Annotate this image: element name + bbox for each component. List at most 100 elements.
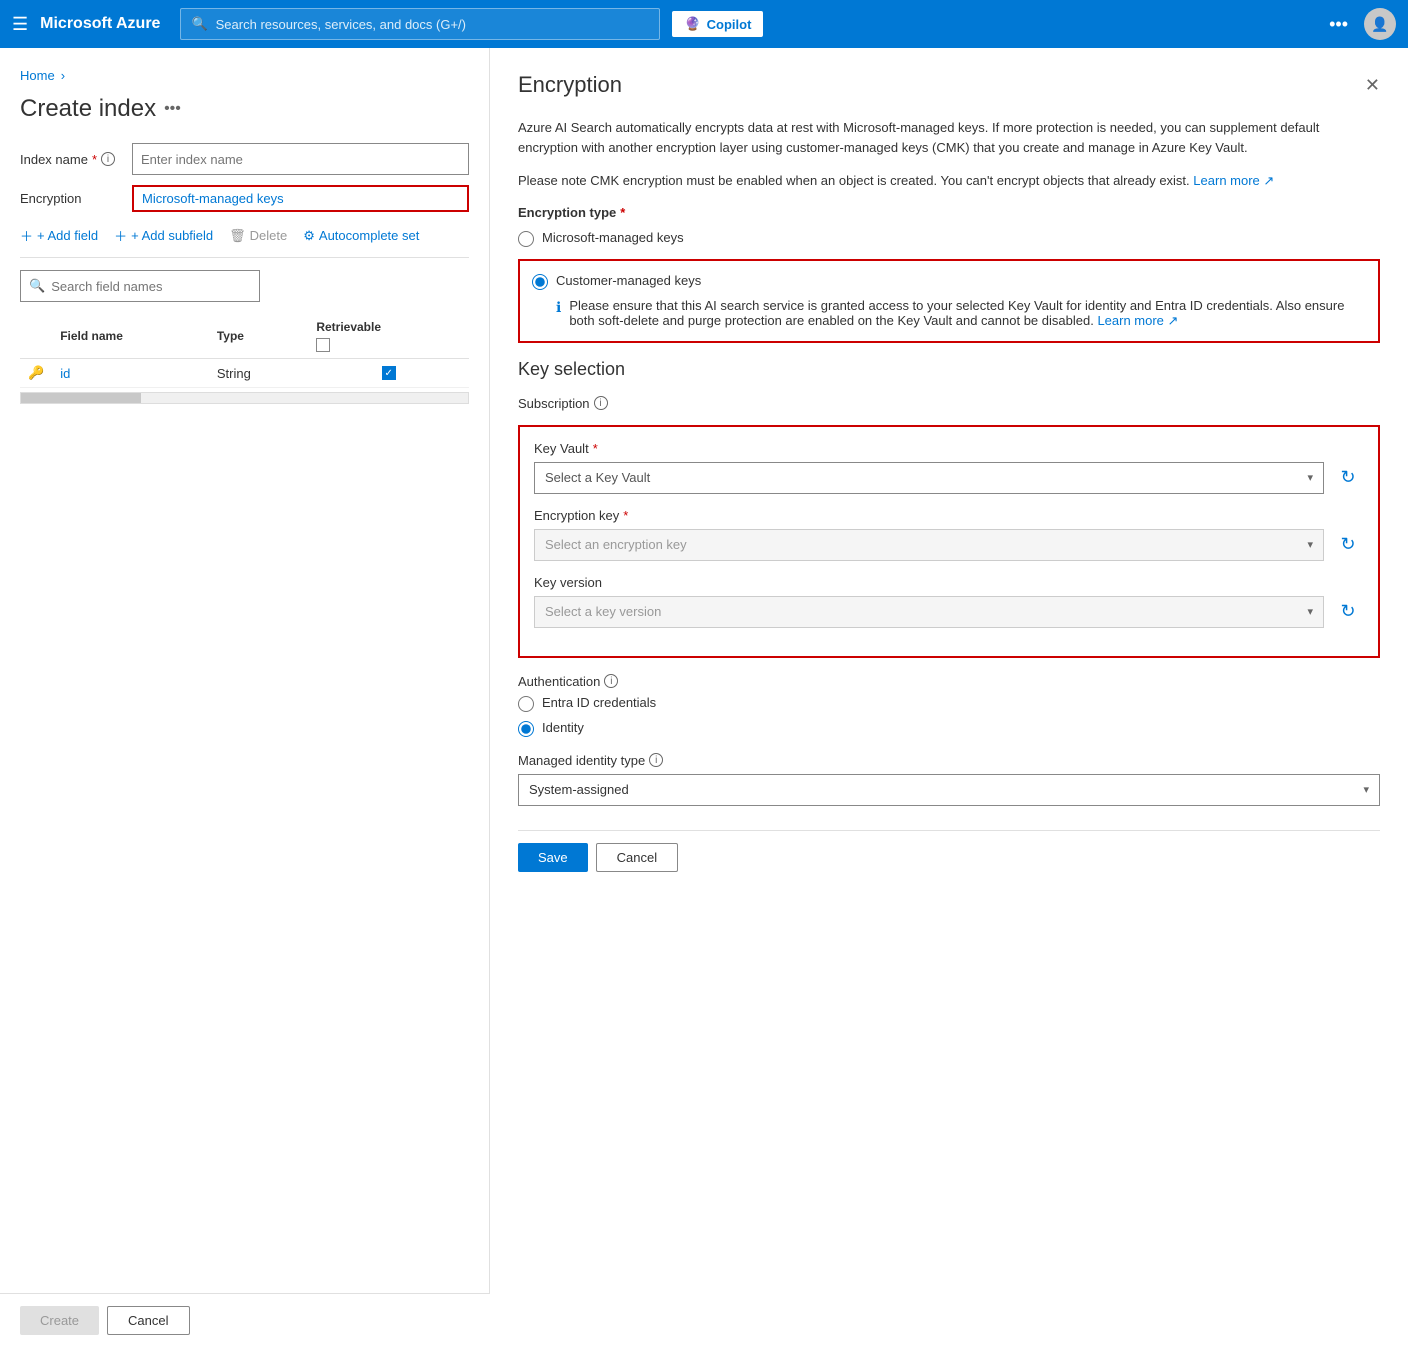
- key-version-dropdown[interactable]: Select a key version ▾: [534, 596, 1324, 628]
- managed-identity-value: System-assigned: [529, 782, 629, 797]
- encryption-type-required: *: [620, 205, 625, 220]
- entra-id-label: Entra ID credentials: [542, 695, 656, 710]
- mmk-radio[interactable]: [518, 231, 534, 247]
- autocomplete-button[interactable]: ⚙ Autocomplete set: [303, 224, 419, 248]
- row-type: String: [209, 359, 308, 388]
- cancel-button-left[interactable]: Cancel: [107, 1306, 189, 1335]
- breadcrumb-home[interactable]: Home: [20, 68, 55, 83]
- page-title-text: Create index: [20, 95, 156, 123]
- scrollbar-thumb[interactable]: [21, 393, 141, 403]
- copilot-button[interactable]: 🔮 Copilot: [672, 11, 763, 37]
- encryption-flyout: Encryption ✕ Azure AI Search automatical…: [490, 48, 1408, 1347]
- global-search[interactable]: 🔍 Search resources, services, and docs (…: [180, 8, 660, 40]
- mmk-option: Microsoft-managed keys: [518, 230, 1380, 247]
- authentication-label: Authentication i: [518, 674, 1380, 689]
- avatar[interactable]: 👤: [1364, 8, 1396, 40]
- index-name-required: *: [92, 152, 97, 167]
- cmk-radio[interactable]: [532, 274, 548, 290]
- delete-icon: 🗑: [229, 228, 246, 244]
- encryption-key-placeholder: Select an encryption key: [545, 537, 687, 552]
- key-vault-required: *: [593, 441, 598, 456]
- autocomplete-icon: ⚙: [303, 228, 315, 244]
- key-vault-chevron-icon: ▾: [1307, 471, 1313, 484]
- cmk-learn-more-icon: ↗: [1168, 313, 1179, 328]
- flyout-close-button[interactable]: ✕: [1365, 75, 1380, 96]
- encryption-row: Encryption Microsoft-managed keys: [20, 185, 469, 212]
- add-subfield-button[interactable]: ＋ + Add subfield: [114, 222, 213, 249]
- hamburger-icon[interactable]: ☰: [12, 14, 28, 35]
- col-type: Type: [209, 314, 308, 359]
- key-vault-placeholder: Select a Key Vault: [545, 470, 650, 485]
- page-title-options[interactable]: •••: [164, 100, 181, 118]
- create-button[interactable]: Create: [20, 1306, 99, 1335]
- horizontal-scrollbar[interactable]: [20, 392, 469, 404]
- row-field-name: id: [52, 359, 209, 388]
- encryption-type-section: Encryption type *: [518, 205, 1380, 220]
- add-subfield-icon: ＋: [114, 226, 127, 245]
- encryption-key-label: Encryption key *: [534, 508, 1364, 523]
- retrievable-checkbox[interactable]: ✓: [382, 366, 396, 380]
- mmk-label: Microsoft-managed keys: [542, 230, 684, 245]
- key-version-chevron-icon: ▾: [1307, 605, 1313, 618]
- search-container: 🔍: [20, 270, 469, 302]
- encryption-key-chevron-icon: ▾: [1307, 538, 1313, 551]
- encryption-key-dropdown[interactable]: Select an encryption key ▾: [534, 529, 1324, 561]
- subscription-label: Subscription i: [518, 396, 1380, 411]
- entra-id-radio[interactable]: [518, 696, 534, 712]
- identity-radio[interactable]: [518, 721, 534, 737]
- managed-identity-dropdown[interactable]: System-assigned ▾: [518, 774, 1380, 806]
- retrievable-header-checkbox[interactable]: [316, 338, 330, 352]
- search-icon: 🔍: [191, 16, 207, 32]
- search-placeholder-text: Search resources, services, and docs (G+…: [216, 17, 466, 32]
- index-name-row: Index name * i: [20, 143, 469, 175]
- search-field-input[interactable]: [51, 279, 251, 294]
- key-selection-title: Key selection: [518, 359, 1380, 380]
- identity-label: Identity: [542, 720, 584, 735]
- managed-identity-label: Managed identity type i: [518, 753, 1380, 768]
- learn-more-link-1[interactable]: Learn more ↗: [1193, 173, 1274, 188]
- encryption-key-row: Encryption key * Select an encryption ke…: [534, 508, 1364, 561]
- left-bottom-buttons: Create Cancel: [0, 1293, 490, 1347]
- encryption-key-refresh-button[interactable]: ↻: [1332, 529, 1364, 561]
- encryption-key-dropdown-row: Select an encryption key ▾ ↻: [534, 529, 1364, 561]
- encryption-value[interactable]: Microsoft-managed keys: [132, 185, 469, 212]
- info-paragraph-2: Please note CMK encryption must be enabl…: [518, 171, 1380, 191]
- cmk-info-text: Please ensure that this AI search servic…: [569, 298, 1366, 329]
- save-button[interactable]: Save: [518, 843, 588, 872]
- field-table-scroll: Field name Type Retrievable 🔑 id: [20, 314, 469, 404]
- managed-identity-info-icon[interactable]: i: [649, 753, 663, 767]
- breadcrumb: Home ›: [20, 68, 469, 83]
- managed-identity-chevron-icon: ▾: [1363, 783, 1369, 796]
- col-retrievable: Retrievable: [308, 314, 469, 359]
- search-field-wrap: 🔍: [20, 270, 260, 302]
- key-vault-refresh-button[interactable]: ↻: [1332, 462, 1364, 494]
- key-version-refresh-button[interactable]: ↻: [1332, 596, 1364, 628]
- row-key-icon: 🔑: [20, 359, 52, 388]
- subscription-info-icon[interactable]: i: [594, 396, 608, 410]
- index-name-info-icon[interactable]: i: [101, 152, 115, 166]
- page-title: Create index •••: [20, 95, 469, 123]
- add-field-button[interactable]: ＋ + Add field: [20, 222, 98, 249]
- authentication-section: Authentication i Entra ID credentials Id…: [518, 674, 1380, 806]
- key-version-dropdown-row: Select a key version ▾ ↻: [534, 596, 1364, 628]
- left-panel: Home › Create index ••• Index name * i E…: [0, 48, 490, 1347]
- cancel-button-right[interactable]: Cancel: [596, 843, 678, 872]
- flyout-bottom-buttons: Save Cancel: [518, 830, 1380, 872]
- identity-option: Identity: [518, 720, 1380, 737]
- subscription-row: Subscription i: [518, 396, 1380, 411]
- key-vault-dropdown[interactable]: Select a Key Vault ▾: [534, 462, 1324, 494]
- cmk-learn-more-link[interactable]: Learn more ↗: [1097, 313, 1178, 328]
- authentication-info-icon[interactable]: i: [604, 674, 618, 688]
- index-name-input[interactable]: [132, 143, 469, 175]
- cmk-info-box: ℹ Please ensure that this AI search serv…: [556, 298, 1366, 329]
- cmk-label: Customer-managed keys: [556, 273, 701, 288]
- toolbar: ＋ + Add field ＋ + Add subfield 🗑 Delete …: [20, 222, 469, 258]
- more-options-icon[interactable]: •••: [1329, 14, 1348, 35]
- delete-button[interactable]: 🗑 Delete: [229, 224, 287, 248]
- index-name-label: Index name * i: [20, 152, 120, 167]
- add-field-icon: ＋: [20, 226, 33, 245]
- breadcrumb-sep: ›: [61, 68, 65, 83]
- cmk-box: Customer-managed keys ℹ Please ensure th…: [518, 259, 1380, 343]
- main-container: Home › Create index ••• Index name * i E…: [0, 48, 1408, 1347]
- row-retrievable: ✓: [308, 359, 469, 388]
